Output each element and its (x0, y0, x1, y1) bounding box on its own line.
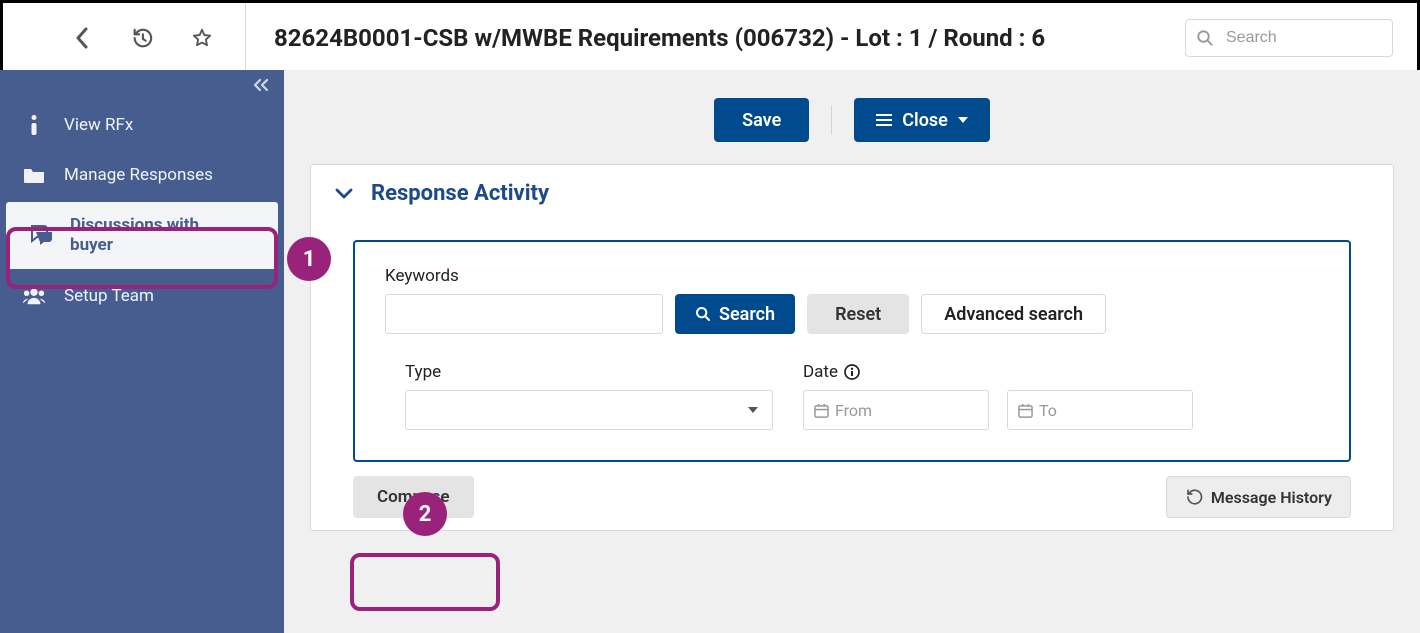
chat-icon (28, 223, 52, 247)
close-button-label: Close (902, 110, 948, 131)
sidebar-item-setup-team[interactable]: Setup Team (0, 271, 284, 321)
date-to-placeholder: To (1039, 401, 1057, 420)
sidebar-item-label: Discussions with buyer (70, 215, 240, 256)
sidebar-item-label: View RFx (64, 115, 133, 135)
save-button[interactable]: Save (714, 98, 809, 142)
type-label: Type (405, 362, 773, 382)
panel-title: Response Activity (371, 181, 549, 206)
divider (831, 106, 832, 134)
message-history-label: Message History (1211, 488, 1332, 507)
date-label-row: Date (803, 362, 1193, 382)
search-button-label: Search (719, 304, 775, 325)
calendar-icon (814, 403, 829, 418)
date-inputs: From To (803, 390, 1193, 430)
info-icon[interactable] (844, 364, 860, 380)
collapse-sidebar[interactable] (0, 70, 284, 100)
date-from-input[interactable]: From (803, 390, 989, 430)
history-icon (1185, 488, 1203, 506)
team-icon (22, 284, 46, 308)
back-icon[interactable] (71, 27, 93, 49)
top-icon-group (3, 27, 245, 49)
sidebar-item-label: Setup Team (64, 286, 154, 306)
top-bar: 82624B0001-CSB w/MWBE Requirements (0067… (3, 3, 1417, 73)
page-title: 82624B0001-CSB w/MWBE Requirements (0067… (246, 24, 1185, 52)
caret-down-icon (958, 117, 968, 123)
action-bar: Save Close (284, 70, 1420, 164)
type-select[interactable] (405, 390, 773, 430)
message-history-button[interactable]: Message History (1166, 476, 1351, 518)
sidebar-item-discussions[interactable]: Discussions with buyer (6, 202, 278, 269)
global-search-input[interactable] (1224, 28, 1420, 48)
response-activity-panel: Response Activity Keywords Search Reset … (310, 164, 1394, 531)
sidebar-item-manage-responses[interactable]: Manage Responses (0, 150, 284, 200)
panel-header[interactable]: Response Activity (311, 165, 1393, 222)
type-column: Type (385, 362, 773, 430)
content-area: Save Close Response Activity Keywor (284, 70, 1420, 633)
folder-icon (22, 163, 46, 187)
reset-button[interactable]: Reset (807, 294, 909, 334)
search-button[interactable]: Search (675, 294, 795, 334)
filter-row: Type Date (385, 362, 1319, 430)
info-icon (22, 113, 46, 137)
global-search[interactable] (1185, 19, 1393, 57)
date-from-placeholder: From (835, 401, 872, 420)
caret-down-icon (748, 407, 758, 413)
sidebar-item-view-rfx[interactable]: View RFx (0, 100, 284, 150)
bottom-row: Compose Message History (353, 476, 1351, 518)
history-icon[interactable] (131, 27, 153, 49)
calendar-icon (1018, 403, 1033, 418)
keywords-input[interactable] (385, 294, 663, 334)
search-card: Keywords Search Reset Advanced search Ty… (353, 240, 1351, 462)
sidebar: View RFx Manage Responses Discussions wi… (0, 70, 284, 633)
date-label: Date (803, 362, 838, 382)
search-row: Search Reset Advanced search (385, 294, 1319, 334)
star-icon[interactable] (191, 27, 213, 49)
compose-button[interactable]: Compose (353, 476, 474, 518)
date-to-input[interactable]: To (1007, 390, 1193, 430)
sidebar-item-label: Manage Responses (64, 165, 213, 185)
advanced-search-button[interactable]: Advanced search (921, 294, 1106, 334)
chevron-down-icon (335, 188, 353, 200)
keywords-label: Keywords (385, 266, 1319, 286)
date-column: Date From (803, 362, 1193, 430)
menu-icon (876, 114, 892, 126)
close-button[interactable]: Close (854, 98, 990, 142)
search-icon (1196, 27, 1214, 49)
search-icon (695, 306, 711, 322)
